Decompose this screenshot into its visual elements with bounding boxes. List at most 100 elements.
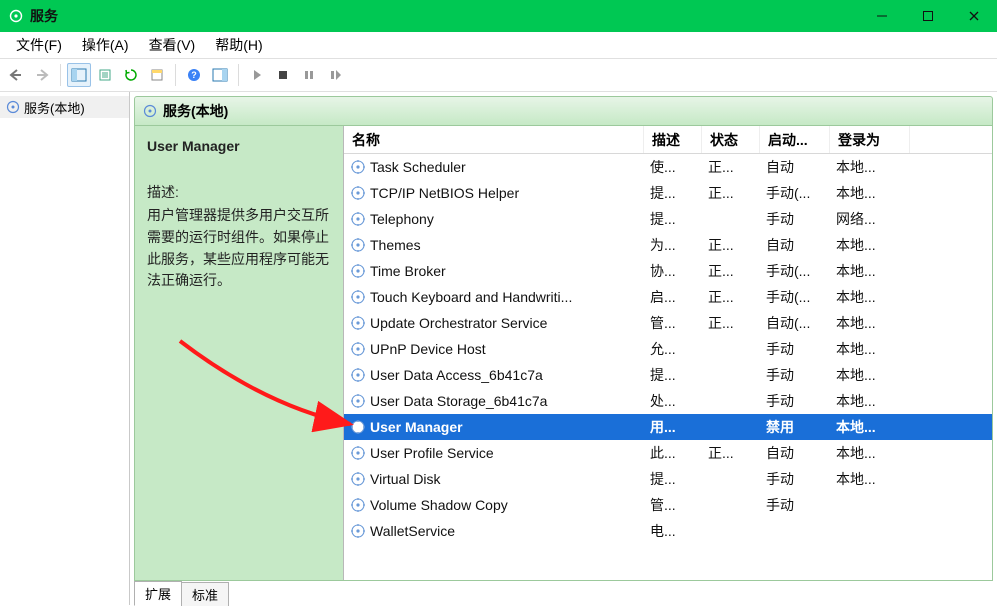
service-row[interactable]: Update Orchestrator Service管...正...自动(..… [344,310,992,336]
service-logon-cell: 本地... [830,183,910,203]
service-desc-cell: 提... [644,209,702,229]
service-desc-cell: 用... [644,417,702,437]
service-startup-cell: 手动(... [760,261,830,281]
console-tree[interactable]: 服务(本地) [0,92,130,605]
window-title: 服务 [30,6,58,26]
service-row[interactable]: User Data Access_6b41c7a提...手动本地... [344,362,992,388]
tree-node-label: 服务(本地) [24,98,85,117]
service-name-cell: Task Scheduler [344,159,644,175]
service-status-cell: 正... [702,235,760,255]
back-button[interactable] [4,63,28,87]
service-startup-cell: 禁用 [760,417,830,437]
column-header-startup[interactable]: 启动... [760,126,830,153]
service-status-cell: 正... [702,157,760,177]
minimize-button[interactable] [859,0,905,32]
service-row[interactable]: Themes为...正...自动本地... [344,232,992,258]
service-status-cell: 正... [702,183,760,203]
service-row[interactable]: Volume Shadow Copy管...手动 [344,492,992,518]
menu-action[interactable]: 操作(A) [72,33,139,57]
service-desc-cell: 处... [644,391,702,411]
service-name-cell: TCP/IP NetBIOS Helper [344,185,644,201]
service-startup-cell: 手动 [760,469,830,489]
tab-extended[interactable]: 扩展 [134,581,182,606]
column-header-logon[interactable]: 登录为 [830,126,910,153]
service-startup-cell: 手动(... [760,287,830,307]
detail-service-name: User Manager [147,136,331,158]
service-startup-cell: 自动 [760,157,830,177]
service-row[interactable]: TCP/IP NetBIOS Helper提...正...手动(...本地... [344,180,992,206]
pane-header-title: 服务(本地) [163,101,228,121]
pause-service-button[interactable] [297,63,321,87]
gear-icon [143,104,157,118]
menu-file[interactable]: 文件(F) [6,33,72,57]
service-row[interactable]: User Manager用... 禁用本地... [344,414,992,440]
service-name-cell: Virtual Disk [344,471,644,487]
service-desc-cell: 电... [644,521,702,541]
service-logon-cell: 本地... [830,339,910,359]
tree-node-services-local[interactable]: 服务(本地) [0,96,129,118]
detail-description-text: 用户管理器提供多用户交互所需要的运行时组件。如果停止此服务，某些应用程序可能无法… [147,205,331,292]
service-startup-cell: 手动 [760,209,830,229]
service-logon-cell: 本地... [830,443,910,463]
service-logon-cell: 本地... [830,469,910,489]
restart-service-button[interactable] [323,63,347,87]
close-button[interactable] [951,0,997,32]
service-status-cell: 正... [702,261,760,281]
service-row[interactable]: User Data Storage_6b41c7a处...手动本地... [344,388,992,414]
service-name-cell: User Profile Service [344,445,644,461]
properties-button[interactable] [145,63,169,87]
column-header-description[interactable]: 描述 [644,126,702,153]
service-startup-cell: 手动 [760,339,830,359]
service-desc-cell: 管... [644,313,702,333]
service-row[interactable]: Virtual Disk提... 手动本地... [344,466,992,492]
service-logon-cell: 本地... [830,391,910,411]
service-desc-cell: 提... [644,469,702,489]
refresh-button[interactable] [119,63,143,87]
show-hide-action-pane-button[interactable] [208,63,232,87]
service-startup-cell: 自动 [760,235,830,255]
menu-help[interactable]: 帮助(H) [205,33,272,57]
service-name-cell: Update Orchestrator Service [344,315,644,331]
service-name-cell: Volume Shadow Copy [344,497,644,513]
service-desc-cell: 此... [644,443,702,463]
column-header-name[interactable]: 名称 [344,126,644,153]
service-name-cell: User Data Access_6b41c7a [344,367,644,383]
service-name-cell: Touch Keyboard and Handwriti... [344,289,644,305]
stop-service-button[interactable] [271,63,295,87]
service-row[interactable]: Touch Keyboard and Handwriti...启...正...手… [344,284,992,310]
service-startup-cell: 手动 [760,365,830,385]
service-logon-cell: 本地... [830,365,910,385]
column-header-status[interactable]: 状态 [702,126,760,153]
service-name-cell: Themes [344,237,644,253]
service-startup-cell: 手动 [760,495,830,515]
service-logon-cell: 本地... [830,157,910,177]
menu-view[interactable]: 查看(V) [139,33,206,57]
service-row[interactable]: User Profile Service此...正...自动本地... [344,440,992,466]
list-header[interactable]: 名称 描述 状态 启动... 登录为 [344,126,992,154]
gear-icon [6,100,20,114]
service-logon-cell: 网络... [830,209,910,229]
service-name-cell: Telephony [344,211,644,227]
service-list[interactable]: 名称 描述 状态 启动... 登录为 Task Scheduler使...正..… [343,126,992,580]
service-row[interactable]: WalletService电... [344,518,992,544]
show-hide-tree-button[interactable] [67,63,91,87]
service-name-cell: UPnP Device Host [344,341,644,357]
service-row[interactable]: UPnP Device Host允...手动本地... [344,336,992,362]
service-row[interactable]: Time Broker协...正...手动(...本地... [344,258,992,284]
tab-strip: 扩展 标准 [130,581,997,605]
tab-standard[interactable]: 标准 [181,582,229,606]
service-status-cell: 正... [702,313,760,333]
service-row[interactable]: Task Scheduler使...正...自动本地... [344,154,992,180]
help-button[interactable]: ? [182,63,206,87]
export-list-button[interactable] [93,63,117,87]
service-startup-cell: 手动(... [760,183,830,203]
service-logon-cell: 本地... [830,417,910,437]
forward-button[interactable] [30,63,54,87]
start-service-button[interactable] [245,63,269,87]
menu-bar: 文件(F) 操作(A) 查看(V) 帮助(H) [0,32,997,58]
pane-header: 服务(本地) [134,96,993,126]
detail-description-label: 描述: [147,182,331,204]
maximize-button[interactable] [905,0,951,32]
service-row[interactable]: Telephony提... 手动网络... [344,206,992,232]
service-name-cell: User Manager [344,419,644,435]
